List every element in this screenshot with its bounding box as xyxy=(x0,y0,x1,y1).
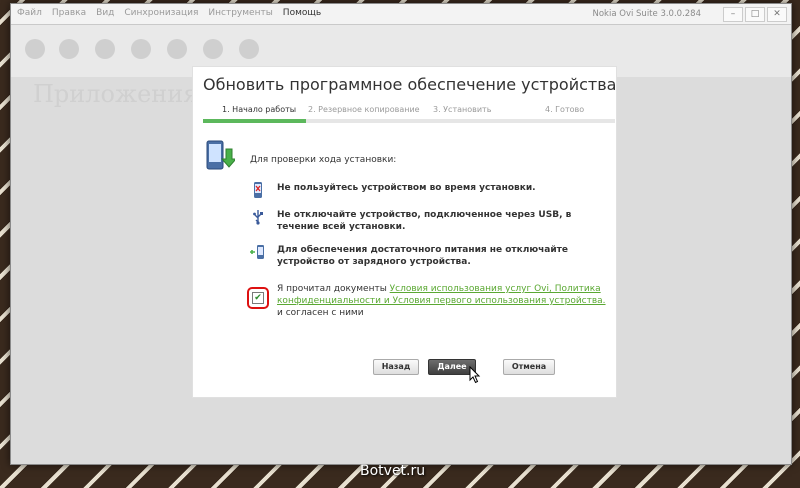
consent-text: Я прочитал документы Условия использован… xyxy=(277,283,607,319)
consent-suffix: и согласен с ними xyxy=(277,308,364,318)
home-icon[interactable] xyxy=(25,39,45,59)
titlebar: Файл Правка Вид Синхронизация Инструмент… xyxy=(11,4,791,25)
phone-download-icon xyxy=(206,140,235,170)
wizard-steps: 1. Начало работы 2. Резервное копировани… xyxy=(203,105,615,127)
charger-icon xyxy=(250,245,264,259)
instruction-text: Не отключайте устройство, подключенное ч… xyxy=(277,210,572,232)
menu-item-edit[interactable]: Правка xyxy=(52,8,86,18)
cancel-button[interactable]: Отмена xyxy=(503,359,555,375)
music-icon[interactable] xyxy=(95,39,115,59)
phone-warning-icon xyxy=(254,182,262,198)
consent-prefix: Я прочитал документы xyxy=(277,284,390,294)
maps-icon[interactable] xyxy=(167,39,187,59)
wizard-progress xyxy=(203,119,615,123)
update-dialog: Обновить программное обеспечение устройс… xyxy=(193,67,616,397)
menu-bar: Файл Правка Вид Синхронизация Инструмент… xyxy=(17,8,321,18)
intro-text: Для проверки хода установки: xyxy=(250,155,397,165)
menu-item-view[interactable]: Вид xyxy=(96,8,114,18)
mouse-cursor-icon xyxy=(469,366,481,384)
close-button[interactable]: ✕ xyxy=(767,7,787,22)
wizard-progress-fill xyxy=(203,119,306,123)
usb-icon xyxy=(253,210,263,225)
step-install: 3. Установить xyxy=(433,105,492,114)
consent-checkbox[interactable]: ✔ xyxy=(252,292,264,304)
app-window: Файл Правка Вид Синхронизация Инструмент… xyxy=(10,3,792,465)
instruction-text: Для обеспечения достаточного питания не … xyxy=(277,245,568,267)
sync-icon[interactable] xyxy=(203,39,223,59)
menu-item-help[interactable]: Помощь xyxy=(283,8,321,18)
minimize-button[interactable]: – xyxy=(723,7,743,22)
watermark: Botvet.ru xyxy=(360,463,426,479)
step-backup: 2. Резервное копирование xyxy=(308,105,420,114)
menu-item-file[interactable]: Файл xyxy=(17,8,42,18)
window-controls: – □ ✕ xyxy=(723,7,787,22)
menu-item-tools[interactable]: Инструменты xyxy=(208,8,272,18)
photos-icon[interactable] xyxy=(131,39,151,59)
back-button[interactable]: Назад xyxy=(373,359,419,375)
apps-icon[interactable] xyxy=(239,39,259,59)
step-done: 4. Готово xyxy=(545,105,585,114)
menu-item-sync[interactable]: Синхронизация xyxy=(124,8,198,18)
contacts-icon[interactable] xyxy=(59,39,79,59)
dialog-title: Обновить программное обеспечение устройс… xyxy=(203,75,617,94)
instruction-text: Не пользуйтесь устройством во время уста… xyxy=(277,183,536,193)
step-start: 1. Начало работы xyxy=(222,105,297,114)
app-title: Nokia Ovi Suite 3.0.0.284 xyxy=(592,9,702,19)
maximize-button[interactable]: □ xyxy=(745,7,765,22)
